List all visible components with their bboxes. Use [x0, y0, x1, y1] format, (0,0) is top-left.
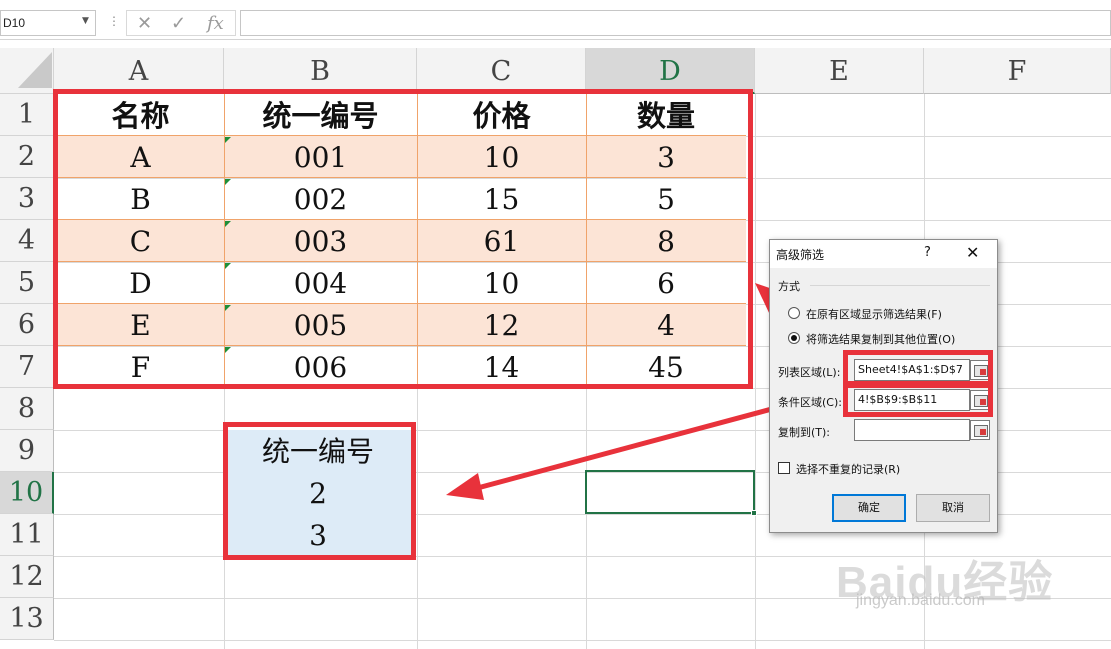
divider: [810, 285, 990, 286]
close-button[interactable]: ✕: [966, 243, 979, 262]
arrow-head-icon: [446, 473, 484, 500]
unique-records-checkbox[interactable]: [778, 462, 790, 474]
annotation-box-list-range: [843, 350, 993, 386]
radio-filter-in-place-label[interactable]: 在原有区域显示筛选结果(F): [806, 306, 942, 322]
criteria-range-label: 条件区域(C):: [778, 396, 842, 409]
annotation-box-criteria-range: [843, 383, 993, 417]
radio-copy-to-location-label[interactable]: 将筛选结果复制到其他位置(O): [806, 331, 955, 347]
radio-copy-to-location[interactable]: [788, 332, 800, 344]
watermark-url: jingyan.baidu.com: [856, 592, 985, 609]
help-button[interactable]: ?: [924, 245, 931, 260]
range-select-icon-marker: [980, 429, 986, 435]
cancel-button[interactable]: 取消: [916, 494, 990, 522]
dialog-title: 高级筛选: [776, 248, 825, 262]
copy-to-input[interactable]: [854, 419, 970, 441]
radio-filter-in-place[interactable]: [788, 307, 800, 319]
ok-button[interactable]: 确定: [832, 494, 906, 522]
method-group-label: 方式: [778, 280, 800, 293]
copy-to-label: 复制到(T):: [778, 426, 831, 439]
radio-selected-dot: [791, 335, 797, 341]
list-range-label: 列表区域(L):: [778, 366, 841, 379]
collapse-dialog-button[interactable]: [970, 420, 990, 440]
unique-records-label[interactable]: 选择不重复的记录(R): [796, 461, 900, 477]
